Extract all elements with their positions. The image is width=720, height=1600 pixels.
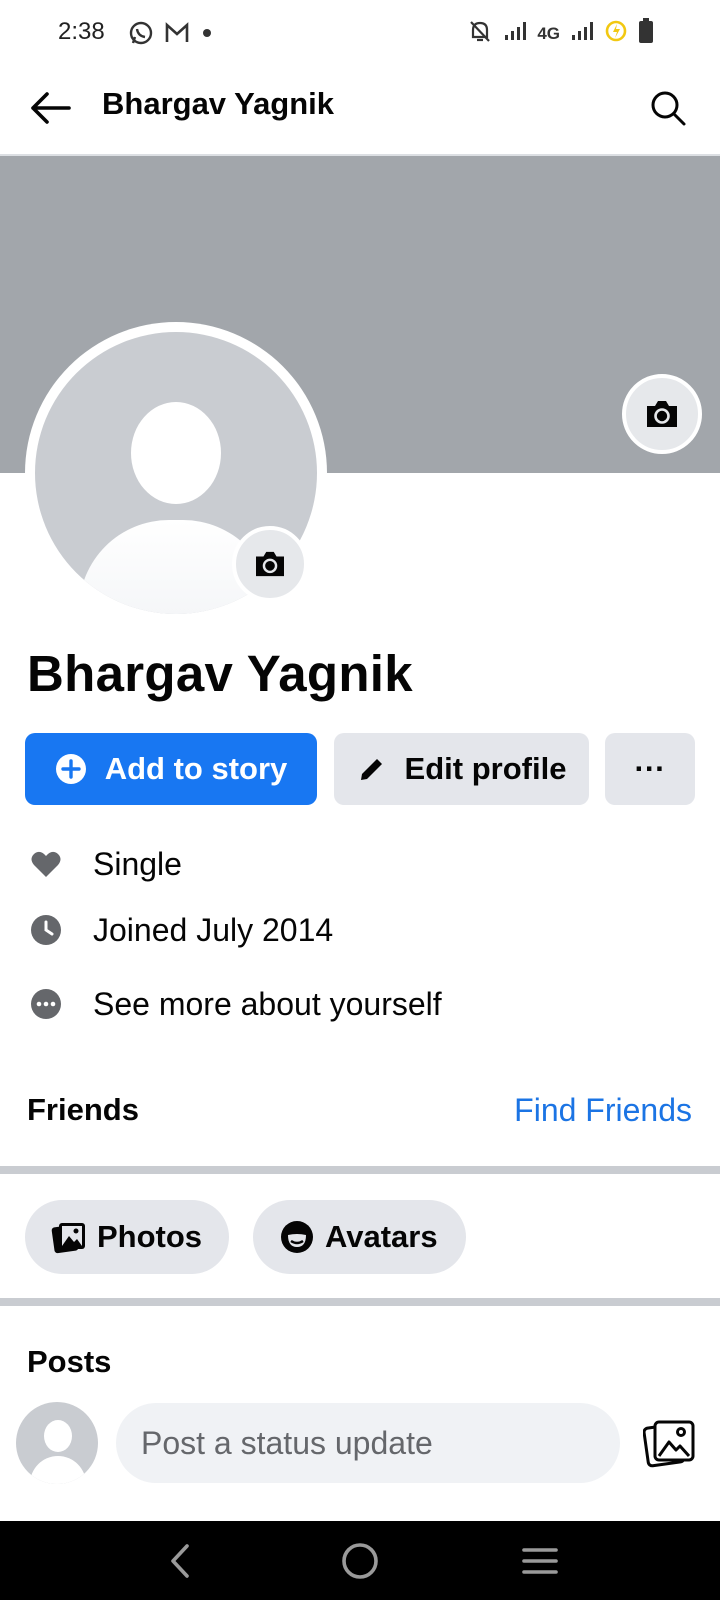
intro-item-joined: Joined July 2014 (0, 902, 720, 958)
search-icon (651, 91, 686, 126)
edit-profile-label: Edit profile (404, 751, 567, 786)
system-home-button[interactable] (338, 1539, 382, 1583)
network-label: 4G (537, 23, 560, 43)
more-circle-icon (28, 986, 64, 1022)
avatars-chip[interactable]: Avatars (253, 1200, 466, 1274)
more-options-button[interactable]: ··· (605, 733, 695, 805)
edit-profile-button[interactable]: Edit profile (334, 733, 589, 805)
status-time: 2:38 (58, 18, 105, 45)
intro-item-relationship: Single (0, 836, 720, 892)
battery-icon (638, 18, 654, 49)
system-recents-button[interactable] (518, 1539, 562, 1583)
app-bar: Bhargav Yagnik (0, 66, 720, 156)
intro-item-label: Joined July 2014 (93, 911, 334, 948)
intro-item-label: Single (93, 845, 182, 882)
status-update-input[interactable]: Post a status update (116, 1403, 620, 1483)
gmail-icon (164, 22, 190, 49)
add-to-story-button[interactable]: Add to story (25, 733, 317, 805)
menu-icon (522, 1548, 558, 1574)
page-title: Bhargav Yagnik (102, 86, 335, 121)
photo-upload-icon (643, 1420, 695, 1468)
bell-off-icon (467, 18, 493, 49)
status-bar: 2:38 4G (0, 0, 720, 66)
add-photo-button[interactable] (642, 1416, 698, 1470)
pencil-icon (357, 754, 387, 784)
chevron-left-icon (171, 1544, 189, 1578)
signal-icon (503, 20, 527, 47)
edit-profile-picture-button[interactable] (232, 526, 308, 602)
avatars-chip-label: Avatars (325, 1219, 438, 1254)
avatar-body (30, 1456, 86, 1484)
system-navigation-bar (0, 1521, 720, 1600)
intro-item-see-more[interactable]: See more about yourself (0, 976, 720, 1032)
heart-icon (28, 846, 64, 882)
home-circle-icon (342, 1543, 378, 1579)
signal-icon-2 (570, 20, 594, 47)
profile-name: Bhargav Yagnik (27, 645, 413, 702)
camera-icon (647, 401, 677, 427)
posts-title: Posts (27, 1344, 112, 1379)
intro-item-label: See more about yourself (93, 985, 442, 1022)
camera-icon (256, 551, 284, 577)
add-to-story-label: Add to story (104, 751, 288, 786)
power-saver-icon (604, 19, 628, 48)
section-divider (0, 1166, 720, 1174)
more-options-label: ··· (634, 751, 666, 786)
plus-circle-icon (55, 753, 87, 785)
notification-icons (128, 20, 214, 51)
search-button[interactable] (644, 84, 692, 132)
avatar[interactable] (16, 1402, 98, 1484)
arrow-left-icon (31, 92, 71, 124)
back-button[interactable] (26, 84, 74, 132)
avatar-face-icon (279, 1219, 315, 1255)
clock-icon (28, 912, 64, 948)
whatsapp-icon (128, 20, 154, 51)
avatar-head (131, 402, 221, 504)
friends-title: Friends (27, 1092, 139, 1127)
photos-chip[interactable]: Photos (25, 1200, 229, 1274)
edit-cover-photo-button[interactable] (622, 374, 702, 454)
find-friends-link[interactable]: Find Friends (514, 1092, 692, 1129)
system-icons: 4G (467, 18, 654, 49)
system-back-button[interactable] (158, 1539, 202, 1583)
photos-icon (51, 1220, 87, 1254)
section-divider (0, 1298, 720, 1306)
avatar-head (44, 1420, 72, 1452)
photos-chip-label: Photos (97, 1219, 203, 1254)
dot-icon (200, 26, 214, 45)
